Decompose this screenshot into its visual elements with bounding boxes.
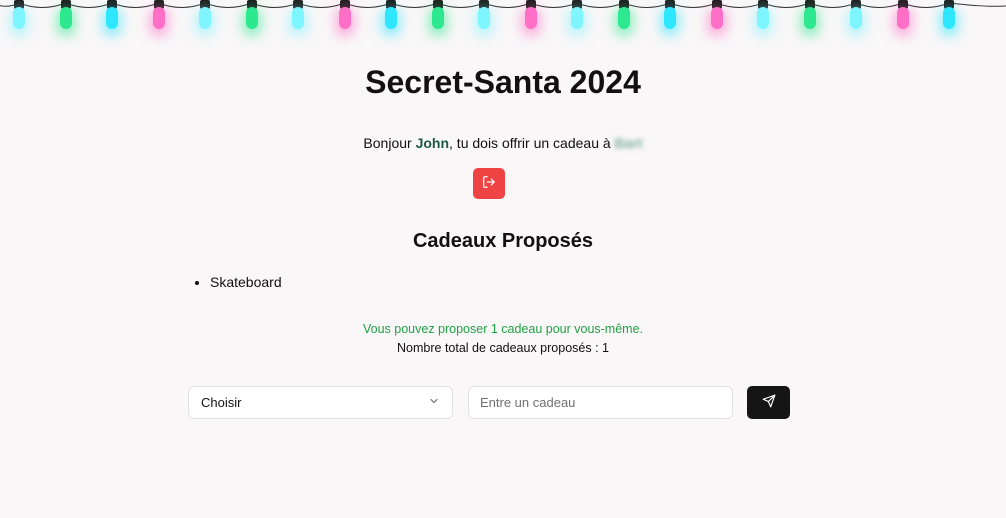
light-bulb xyxy=(199,0,211,34)
light-bulb xyxy=(571,0,583,34)
light-bulb xyxy=(757,0,769,34)
light-bulb xyxy=(59,0,72,34)
light-bulb xyxy=(106,0,118,34)
gift-list-item: Skateboard xyxy=(210,272,282,292)
total-gifts-count: Nombre total de cadeaux proposés : 1 xyxy=(397,341,609,355)
light-bulb xyxy=(431,0,444,34)
light-bulb xyxy=(617,0,630,34)
send-icon xyxy=(762,394,776,411)
gift-input[interactable] xyxy=(468,386,733,419)
light-bulb xyxy=(245,0,258,34)
user-name: John xyxy=(415,135,450,151)
light-bulb xyxy=(13,0,25,34)
info-message: Vous pouvez proposer 1 cadeau pour vous-… xyxy=(362,322,644,336)
fairy-lights-decoration xyxy=(0,0,1006,48)
light-bulb xyxy=(896,0,909,34)
light-bulb xyxy=(478,0,490,34)
light-bulb xyxy=(524,0,537,34)
gifts-section-title: Cadeaux Proposés xyxy=(412,230,594,252)
page-title: Secret-Santa 2024 xyxy=(365,64,641,100)
light-bulb xyxy=(710,0,723,34)
gift-list: Skateboard xyxy=(190,272,282,292)
chevron-down-icon xyxy=(428,395,440,410)
send-button[interactable] xyxy=(747,386,790,419)
light-bulb xyxy=(385,0,397,34)
greeting-middle: , tu dois offrir un cadeau à xyxy=(449,135,615,151)
greeting-text: Bonjour John, tu dois offrir un cadeau à… xyxy=(0,135,1006,151)
light-bulb xyxy=(664,0,676,34)
recipient-name[interactable]: Bart xyxy=(615,135,643,151)
select-value: Choisir xyxy=(201,395,242,410)
light-bulb xyxy=(803,0,816,34)
light-bulb xyxy=(292,0,304,34)
logout-icon xyxy=(482,175,496,192)
gift-select-dropdown[interactable]: Choisir xyxy=(188,386,453,419)
light-bulb xyxy=(850,0,862,34)
greeting-prefix: Bonjour xyxy=(363,135,416,151)
logout-button[interactable] xyxy=(473,168,505,199)
light-bulb xyxy=(338,0,351,34)
light-bulb xyxy=(943,0,955,34)
light-bulb xyxy=(152,0,165,34)
